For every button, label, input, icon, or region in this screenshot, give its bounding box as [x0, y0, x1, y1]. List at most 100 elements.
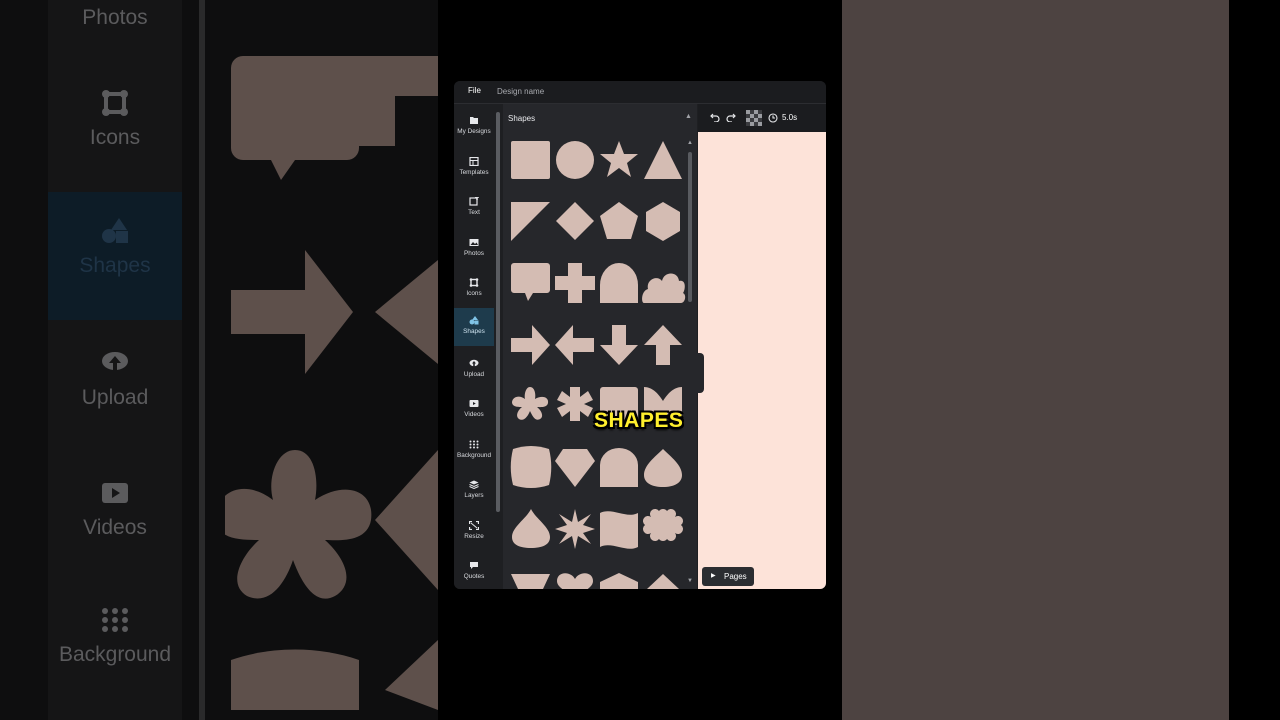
shape-plus[interactable]	[555, 263, 595, 303]
shape-hexagon[interactable]	[646, 202, 680, 241]
shape-gem[interactable]	[555, 449, 595, 487]
shape-heart[interactable]	[557, 573, 593, 589]
side-nav: My Designs Templates Text Photos Icons S…	[454, 104, 494, 589]
background-rail-upload: Upload	[48, 350, 182, 410]
nav-item-layers[interactable]: Layers	[454, 472, 494, 510]
shapes-grid	[510, 141, 686, 589]
nav-label: Shapes	[463, 328, 485, 335]
design-canvas[interactable]	[698, 132, 826, 589]
shape-drop[interactable]	[512, 509, 550, 548]
background-rail-icons: Icons	[48, 90, 182, 150]
file-menu[interactable]: File	[468, 86, 481, 95]
undo-icon[interactable]	[710, 112, 720, 122]
shape-diamond[interactable]	[556, 202, 594, 240]
nav-item-upload[interactable]: Upload	[454, 351, 494, 389]
background-rail-label: Background	[58, 643, 172, 666]
folder-icon	[470, 117, 478, 124]
shape-starburst[interactable]	[555, 509, 595, 549]
background-grid-icon	[469, 440, 479, 449]
duration-label[interactable]: 5.0s	[782, 113, 797, 122]
shape-arrow-left[interactable]	[555, 325, 594, 365]
shape-circle[interactable]	[556, 141, 594, 179]
nav-label: Icons	[466, 290, 482, 297]
shape-asterisk[interactable]	[557, 387, 593, 421]
shape-arrow-down[interactable]	[600, 325, 638, 365]
panel-scrollbar[interactable]: ▲ ▼	[687, 140, 693, 589]
nav-item-videos[interactable]: Videos	[454, 391, 494, 429]
background-right-edge	[1229, 0, 1280, 720]
nav-scrollbar[interactable]	[496, 106, 500, 586]
nav-item-shapes[interactable]: Shapes	[454, 308, 494, 346]
shape-pentagon[interactable]	[600, 202, 638, 239]
video-icon	[102, 483, 128, 503]
photo-icon	[469, 239, 479, 246]
shape-flower[interactable]	[512, 387, 549, 420]
nav-label: Upload	[463, 371, 485, 378]
nav-label: Background	[456, 452, 492, 459]
shape-arrow-right[interactable]	[511, 325, 550, 365]
canvas-area: 5.0s ▶ Pages	[698, 104, 826, 589]
nav-label: Resize	[464, 533, 484, 540]
shape-wave-flag[interactable]	[600, 511, 638, 549]
nav-item-photos[interactable]: Photos	[454, 230, 494, 268]
transparency-checker-icon[interactable]	[746, 110, 762, 126]
shape-arch[interactable]	[600, 263, 638, 303]
shape-triangle[interactable]	[644, 141, 682, 179]
nav-item-quotes[interactable]: Quotes	[454, 553, 494, 589]
background-rail-shapes: Shapes	[48, 218, 182, 278]
background-grid-icon	[102, 608, 128, 632]
text-icon	[469, 197, 479, 206]
panel-scrollbar-thumb[interactable]	[688, 152, 692, 302]
nav-item-resize[interactable]: Resize	[454, 513, 494, 551]
shape-barrel[interactable]	[510, 446, 552, 488]
shape-arrow-up[interactable]	[644, 325, 682, 365]
background-rail-label: Photos	[82, 6, 148, 29]
nav-item-icons[interactable]: Icons	[454, 270, 494, 308]
shapes-icon	[469, 316, 479, 325]
background-right	[842, 0, 1229, 720]
shape-teardrop-round[interactable]	[644, 449, 682, 487]
nav-scrollbar-thumb[interactable]	[496, 112, 500, 512]
upload-icon	[102, 352, 128, 374]
panel-collapse-tab[interactable]	[695, 353, 704, 393]
top-bar: File Design name	[454, 81, 826, 104]
shape-arch-tall[interactable]	[600, 448, 638, 487]
shape-right-triangle[interactable]	[511, 202, 550, 241]
shape-flower-8[interactable]	[643, 509, 683, 541]
background-rail-photos: Photos	[48, 6, 182, 30]
shape-house[interactable]	[600, 573, 638, 589]
background-rail-label: Shapes	[79, 254, 151, 277]
nav-label: Quotes	[463, 573, 485, 580]
play-triangle-icon: ▶	[711, 573, 716, 579]
nav-item-templates[interactable]: Templates	[454, 149, 494, 187]
nav-label: Photos	[464, 250, 484, 257]
clock-icon[interactable]	[768, 113, 778, 123]
background-rail-label: Videos	[83, 516, 147, 539]
nav-label: Templates	[459, 169, 489, 176]
shape-star[interactable]	[600, 141, 638, 177]
redo-icon[interactable]	[726, 112, 736, 122]
background-rail-videos: Videos	[48, 480, 182, 540]
scroll-down-arrow[interactable]: ▼	[687, 578, 693, 584]
shape-speech-bubble[interactable]	[511, 263, 550, 301]
nav-item-text[interactable]: Text	[454, 189, 494, 227]
shapes-panel: Shapes ▲ ▲ ▼	[503, 104, 697, 589]
shape-square[interactable]	[511, 141, 550, 179]
editor-window: File Design name My Designs Templates Te…	[454, 81, 826, 589]
shape-trapezoid[interactable]	[511, 574, 550, 589]
nav-item-background[interactable]: Background	[454, 432, 494, 470]
shape-triangle-small[interactable]	[647, 574, 679, 589]
nav-label: My Designs	[457, 128, 491, 135]
video-icon	[469, 400, 479, 407]
icons-icon	[469, 278, 479, 287]
nav-item-my-designs[interactable]: My Designs	[454, 108, 494, 146]
templates-icon	[469, 157, 479, 166]
layers-icon	[469, 480, 479, 489]
design-name-field[interactable]: Design name	[497, 87, 544, 96]
icons-icon	[102, 90, 128, 116]
background-shapes	[225, 56, 438, 710]
pages-button[interactable]: ▶ Pages	[702, 567, 754, 586]
shape-cloud[interactable]	[642, 273, 686, 304]
quote-icon	[470, 562, 478, 569]
scroll-up-arrow[interactable]: ▲	[687, 140, 693, 146]
